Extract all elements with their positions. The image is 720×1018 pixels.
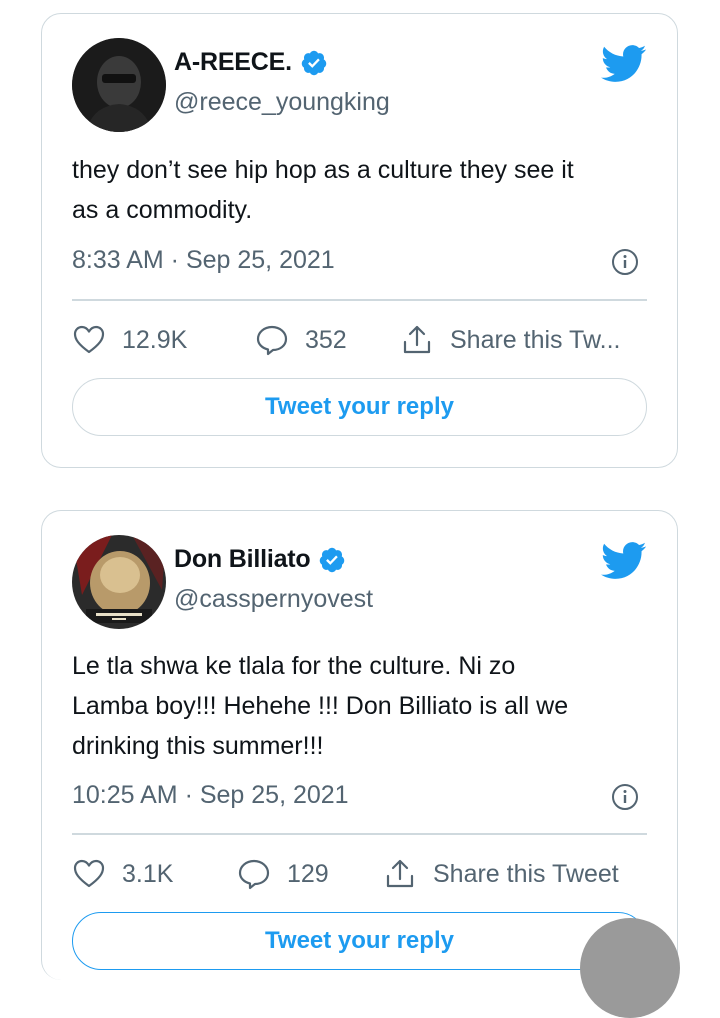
- verified-badge-icon: [300, 49, 328, 77]
- share-label: Share this Tw...: [450, 325, 621, 354]
- avatar[interactable]: [72, 38, 166, 132]
- share-upload-icon: [386, 859, 414, 888]
- share-button[interactable]: Share this Tweet: [383, 857, 619, 891]
- verified-badge-icon: [318, 546, 346, 574]
- comment-bubble-icon: [238, 859, 270, 890]
- tweet-your-reply-button[interactable]: Tweet your reply: [72, 912, 647, 970]
- timestamp[interactable]: 10:25 AM · Sep 25, 2021: [72, 781, 349, 810]
- display-name[interactable]: A-REECE.: [174, 48, 292, 77]
- tweet-text: Le tla shwa ke tlala for the culture. Ni…: [72, 646, 647, 766]
- share-upload-icon: [403, 325, 431, 354]
- heart-icon: [73, 325, 105, 354]
- floating-action-button[interactable]: [580, 918, 680, 1018]
- share-label: Share this Tweet: [433, 859, 619, 888]
- tweet-text-line: Le tla shwa ke tlala for the culture. Ni…: [72, 652, 516, 680]
- tweet-your-reply-button[interactable]: Tweet your reply: [72, 378, 647, 436]
- like-count: 12.9K: [122, 325, 188, 354]
- twitter-bird-icon[interactable]: [601, 44, 647, 84]
- timestamp[interactable]: 8:33 AM · Sep 25, 2021: [72, 246, 335, 275]
- like-button[interactable]: 3.1K: [72, 857, 237, 891]
- like-button[interactable]: 12.9K: [72, 323, 255, 357]
- action-bar: 3.1K 129 Share this Tweet: [72, 852, 647, 896]
- reply-count-button[interactable]: 352: [255, 323, 400, 357]
- display-name[interactable]: Don Billiato: [174, 545, 311, 574]
- like-count: 3.1K: [122, 859, 174, 888]
- comment-bubble-icon: [256, 325, 288, 356]
- reply-count-button[interactable]: 129: [237, 857, 383, 891]
- action-bar: 12.9K 352 Share this Tw...: [72, 318, 647, 362]
- tweet-text-line: they don’t see hip hop as a culture they…: [72, 156, 574, 184]
- avatar[interactable]: [72, 535, 166, 629]
- divider: [72, 299, 647, 301]
- handle[interactable]: @reece_youngking: [174, 88, 390, 117]
- divider: [72, 833, 647, 835]
- tweet-text-line: Lamba boy!!! Hehehe !!! Don Billiato is …: [72, 692, 569, 720]
- tweet-text-line: as a commodity.: [72, 196, 253, 224]
- info-icon[interactable]: [611, 248, 639, 276]
- tweet-card-2[interactable]: Don Billiato @casspernyovest Le tla shwa…: [41, 510, 678, 980]
- tweet-card-1[interactable]: A-REECE. @reece_youngking they don’t see…: [41, 13, 678, 468]
- handle[interactable]: @casspernyovest: [174, 585, 373, 614]
- reply-count: 129: [287, 859, 329, 888]
- share-button[interactable]: Share this Tw...: [400, 323, 620, 357]
- info-icon[interactable]: [611, 783, 639, 811]
- twitter-bird-icon[interactable]: [601, 541, 647, 581]
- tweet-text: they don’t see hip hop as a culture they…: [72, 150, 647, 230]
- tweet-text-line: drinking this summer!!!: [72, 732, 324, 760]
- heart-icon: [73, 859, 105, 888]
- reply-count: 352: [305, 325, 347, 354]
